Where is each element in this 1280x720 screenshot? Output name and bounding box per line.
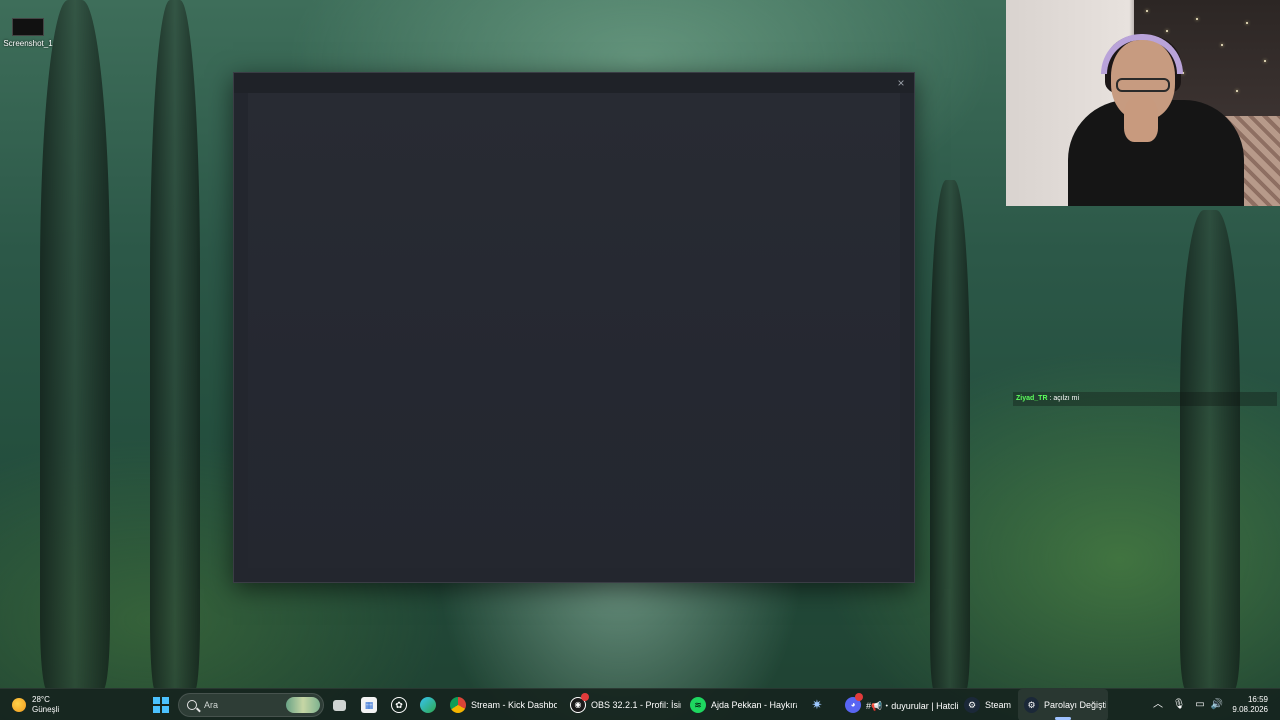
- chrome-icon: [450, 697, 466, 713]
- webcam-overlay: [1006, 0, 1280, 206]
- dialog-titlebar[interactable]: ×: [234, 73, 914, 93]
- glasses: [1116, 78, 1170, 92]
- store-icon: ▦: [361, 697, 377, 713]
- weather-temp: 28°C: [32, 695, 50, 704]
- notification-badge: [855, 693, 863, 701]
- taskbar-app-label: Steam: [985, 700, 1012, 710]
- dialog-content: [248, 93, 900, 568]
- taskbar-app-label: Stream - Kick Dashboard: [471, 700, 557, 710]
- taskbar-app-chrome[interactable]: Stream - Kick Dashboard: [448, 689, 559, 720]
- close-icon[interactable]: ×: [894, 76, 908, 90]
- taskbar-app-label: #📢・duyurular | Hatcli: [866, 700, 958, 711]
- edge-icon: [420, 697, 436, 713]
- tree-trunk: [930, 180, 970, 690]
- fairy-light: [1264, 60, 1266, 62]
- task-view-button[interactable]: [333, 689, 346, 720]
- system-clock[interactable]: 16:59 9.08.2026: [1232, 695, 1268, 715]
- clock-time: 16:59: [1247, 695, 1268, 704]
- person-hand: [1124, 96, 1158, 142]
- chat-overlay-message: Ziyad_TR : açılzı mi: [1013, 392, 1277, 406]
- fairy-light: [1221, 44, 1223, 46]
- edge-button[interactable]: [420, 689, 436, 720]
- fairy-light: [1166, 30, 1168, 32]
- taskbar-app-label: Ajda Pekkan - Haykıracak: [711, 700, 797, 710]
- task-view-icon: [333, 699, 346, 711]
- network-icon[interactable]: ▭: [1193, 698, 1207, 712]
- spotify-icon: ≋: [690, 697, 706, 713]
- taskbar-app-discord[interactable]: ◕ #📢・duyurular | Hatcli: [843, 689, 960, 720]
- weather-widget[interactable]: 28°C Güneşli: [12, 689, 59, 720]
- sun-icon: [12, 698, 26, 712]
- taskbar-app-label: Parolayı Değiştir: [1044, 700, 1106, 710]
- fairy-light: [1196, 18, 1198, 20]
- chatgpt-icon: ✿: [391, 697, 407, 713]
- file-thumbnail-icon: [12, 18, 44, 36]
- tree-trunk: [150, 0, 200, 690]
- chat-username: Ziyad_TR: [1016, 395, 1048, 402]
- fairy-light: [1246, 22, 1248, 24]
- taskbar-app-settings[interactable]: ✷: [809, 689, 825, 720]
- tree-trunk: [1180, 210, 1240, 690]
- search-placeholder: Ara: [204, 700, 219, 710]
- fairy-light: [1236, 90, 1238, 92]
- desktop-icon-screenshot[interactable]: Screenshot_1: [0, 18, 56, 48]
- taskbar-search[interactable]: Ara: [178, 693, 324, 717]
- chat-message-text: açılzı mi: [1053, 395, 1080, 402]
- store-button[interactable]: ▦: [361, 689, 377, 720]
- taskbar-app-obs[interactable]: ◉ OBS 32.2.1 - Profil: İsims: [568, 689, 683, 720]
- taskbar-app-label: OBS 32.2.1 - Profil: İsims: [591, 700, 681, 710]
- taskbar: 28°C Güneşli Ara ▦ ✿ Stream - Kick Dashb…: [0, 688, 1280, 720]
- desktop-icon-label: Screenshot_1: [3, 39, 53, 48]
- windows-start-icon: [153, 697, 169, 713]
- search-icon: [187, 700, 197, 710]
- taskbar-app-spotify[interactable]: ≋ Ajda Pekkan - Haykıracak: [688, 689, 799, 720]
- search-highlight-image: [286, 697, 320, 713]
- weather-condition: Güneşli: [32, 705, 60, 714]
- taskbar-app-steam-password[interactable]: ⚙ Parolayı Değiştir: [1018, 689, 1108, 720]
- microphone-icon[interactable]: 🎙: [1172, 698, 1186, 712]
- steam-icon: ⚙: [1024, 697, 1040, 713]
- recording-badge: [581, 693, 589, 701]
- fairy-light: [1146, 10, 1148, 12]
- dialog-window: ×: [233, 72, 915, 583]
- volume-icon[interactable]: 🔊: [1210, 698, 1224, 712]
- clock-date: 9.08.2026: [1232, 705, 1268, 714]
- start-button[interactable]: [153, 689, 169, 720]
- steam-icon: ⚙: [964, 697, 980, 713]
- tree-trunk: [40, 0, 110, 690]
- taskbar-app-steam[interactable]: ⚙ Steam: [962, 689, 1013, 720]
- chevron-up-icon[interactable]: ︿: [1151, 698, 1165, 712]
- settings-gear-icon: ✷: [811, 697, 823, 712]
- chatgpt-button[interactable]: ✿: [391, 689, 407, 720]
